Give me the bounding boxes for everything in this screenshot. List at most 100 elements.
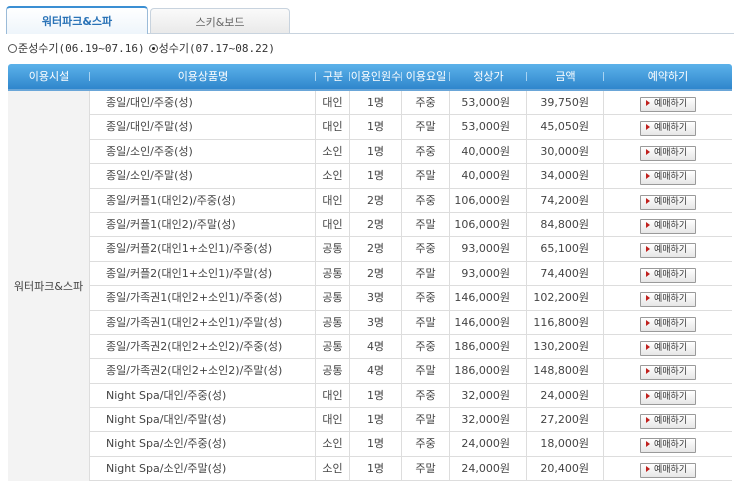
list-price-cell: 24,000원 <box>450 456 527 482</box>
price-cell: 27,200원 <box>527 408 604 433</box>
reserve-button-label: 예매하기 <box>654 294 688 305</box>
table-row: 종일/가족권2(대인2+소인2)/주말(성) 공통 4명 주말 186,000원 148,… <box>90 359 732 384</box>
product-cell: 종일/커플1(대인2)/주말(성) <box>90 212 316 238</box>
reserve-button-label: 예매하기 <box>654 220 688 231</box>
people-cell: 1명 <box>350 115 402 140</box>
reserve-button[interactable]: 예매하기 <box>640 145 696 161</box>
facility-cell: 워터파크&스파 <box>8 91 90 482</box>
header-facility: 이용시설 <box>8 64 90 89</box>
reserve-button[interactable]: 예매하기 <box>640 194 696 210</box>
day-cell: 주말 <box>402 359 450 384</box>
radio-semi-peak[interactable] <box>8 43 17 53</box>
list-price-cell: 106,000원 <box>450 188 527 213</box>
type-cell: 대인 <box>316 408 350 433</box>
reserve-button-label: 예매하기 <box>654 123 688 134</box>
price-cell: 130,200원 <box>527 334 604 360</box>
radio-peak[interactable] <box>148 43 158 53</box>
season-option-peak[interactable]: 성수기(07.17~08.22) <box>148 40 275 56</box>
type-cell: 공통 <box>316 334 350 360</box>
reserve-button[interactable]: 예매하기 <box>640 292 696 308</box>
reserve-cell: 예매하기 <box>604 384 732 408</box>
price-cell: 65,100원 <box>527 237 604 262</box>
table-row: 종일/커플1(대인2)/주말(성) 대인 2명 주말 106,000원 84,800원 예매… <box>90 212 732 238</box>
day-cell: 주중 <box>402 432 450 457</box>
table-row: Night Spa/소인/주중(성) 소인 1명 주중 24,000원 18,000원 예매… <box>90 432 732 457</box>
season-option-semi-peak[interactable]: 준성수기(06.19~07.16) <box>8 40 145 56</box>
list-price-cell: 186,000원 <box>450 359 527 384</box>
reserve-button[interactable]: 예매하기 <box>640 365 696 381</box>
price-cell: 39,750원 <box>527 91 604 116</box>
price-cell: 18,000원 <box>527 432 604 457</box>
reserve-cell: 예매하기 <box>604 140 732 164</box>
type-cell: 공통 <box>316 237 350 262</box>
reserve-button[interactable]: 예매하기 <box>640 438 696 454</box>
list-price-cell: 146,000원 <box>450 310 527 335</box>
product-cell: 종일/커플2(대인1+소인1)/주중(성) <box>90 237 316 262</box>
day-cell: 주중 <box>402 188 450 213</box>
reserve-cell: 예매하기 <box>604 262 732 286</box>
reserve-button[interactable]: 예매하기 <box>640 462 696 478</box>
list-price-cell: 146,000원 <box>450 286 527 311</box>
reserve-cell: 예매하기 <box>604 311 732 335</box>
reserve-cell: 예매하기 <box>604 213 732 237</box>
reserve-button-label: 예매하기 <box>654 147 688 158</box>
people-cell: 2명 <box>350 261 402 287</box>
reserve-button[interactable]: 예매하기 <box>640 340 696 356</box>
people-cell: 3명 <box>350 310 402 335</box>
product-cell: 종일/커플2(대인1+소인1)/주말(성) <box>90 261 316 287</box>
reserve-button[interactable]: 예매하기 <box>640 243 696 259</box>
reserve-cell: 예매하기 <box>604 408 732 432</box>
people-cell: 1명 <box>350 432 402 457</box>
price-cell: 24,000원 <box>527 383 604 409</box>
reserve-button[interactable]: 예매하기 <box>640 414 696 430</box>
reserve-button-label: 예매하기 <box>654 245 688 256</box>
play-arrow-icon <box>646 270 650 277</box>
day-cell: 주말 <box>402 115 450 140</box>
day-cell: 주중 <box>402 286 450 311</box>
list-price-cell: 106,000원 <box>450 212 527 238</box>
type-cell: 공통 <box>316 286 350 311</box>
reserve-button-label: 예매하기 <box>654 367 688 378</box>
play-arrow-icon <box>646 465 650 472</box>
season-label-semi-peak: 준성수기(06.19~07.16) <box>18 42 145 55</box>
price-cell: 30,000원 <box>527 139 604 165</box>
header-reserve: 예약하기 <box>647 70 689 83</box>
play-arrow-icon <box>646 148 650 155</box>
reserve-button[interactable]: 예매하기 <box>640 121 696 137</box>
price-cell: 148,800원 <box>527 359 604 384</box>
reserve-button-label: 예매하기 <box>654 391 688 402</box>
table-row: 종일/대인/주말(성) 대인 1명 주말 53,000원 45,050원 예매하기 <box>90 115 732 140</box>
day-cell: 주말 <box>402 261 450 287</box>
people-cell: 2명 <box>350 188 402 213</box>
reserve-button[interactable]: 예매하기 <box>640 218 696 234</box>
product-cell: 종일/가족권2(대인2+소인2)/주중(성) <box>90 334 316 360</box>
product-cell: 종일/소인/주말(성) <box>90 164 316 189</box>
tab-ski-board[interactable]: 스키&보드 <box>150 8 290 34</box>
play-arrow-icon <box>646 246 650 253</box>
reserve-cell: 예매하기 <box>604 286 732 310</box>
reserve-button-label: 예매하기 <box>654 99 688 109</box>
reserve-button[interactable]: 예매하기 <box>640 267 696 283</box>
table-row: 종일/대인/주중(성) 대인 1명 주중 53,000원 39,750원 예매하기 <box>90 91 732 116</box>
play-arrow-icon <box>646 173 650 180</box>
day-cell: 주말 <box>402 164 450 189</box>
reserve-cell: 예매하기 <box>604 237 732 261</box>
people-cell: 1명 <box>350 408 402 433</box>
reserve-cell: 예매하기 <box>604 164 732 188</box>
play-arrow-icon <box>646 441 650 448</box>
header-people: 이용인원수 <box>350 64 402 89</box>
season-selector: 준성수기(06.19~07.16) 성수기(07.17~08.22) <box>8 40 279 56</box>
list-price-cell: 186,000원 <box>450 334 527 360</box>
table-row: 종일/커플2(대인1+소인1)/주말(성) 공통 2명 주말 93,000원 74,400… <box>90 261 732 287</box>
reserve-button[interactable]: 예매하기 <box>640 316 696 332</box>
price-cell: 84,800원 <box>527 212 604 238</box>
people-cell: 1명 <box>350 383 402 409</box>
reserve-button[interactable]: 예매하기 <box>640 97 696 112</box>
reserve-button[interactable]: 예매하기 <box>640 170 696 186</box>
type-cell: 공통 <box>316 359 350 384</box>
price-table: 이용시설 이용상품명 구분 이용인원수 이용요일 정상가 금액 예약하기 워터파… <box>8 64 732 482</box>
tab-waterpark-spa[interactable]: 워터파크&스파 <box>6 6 148 34</box>
reserve-button[interactable]: 예매하기 <box>640 389 696 405</box>
play-arrow-icon <box>646 100 650 106</box>
table-rows: 종일/대인/주중(성) 대인 1명 주중 53,000원 39,750원 예매하기 종일/대인… <box>90 91 732 482</box>
